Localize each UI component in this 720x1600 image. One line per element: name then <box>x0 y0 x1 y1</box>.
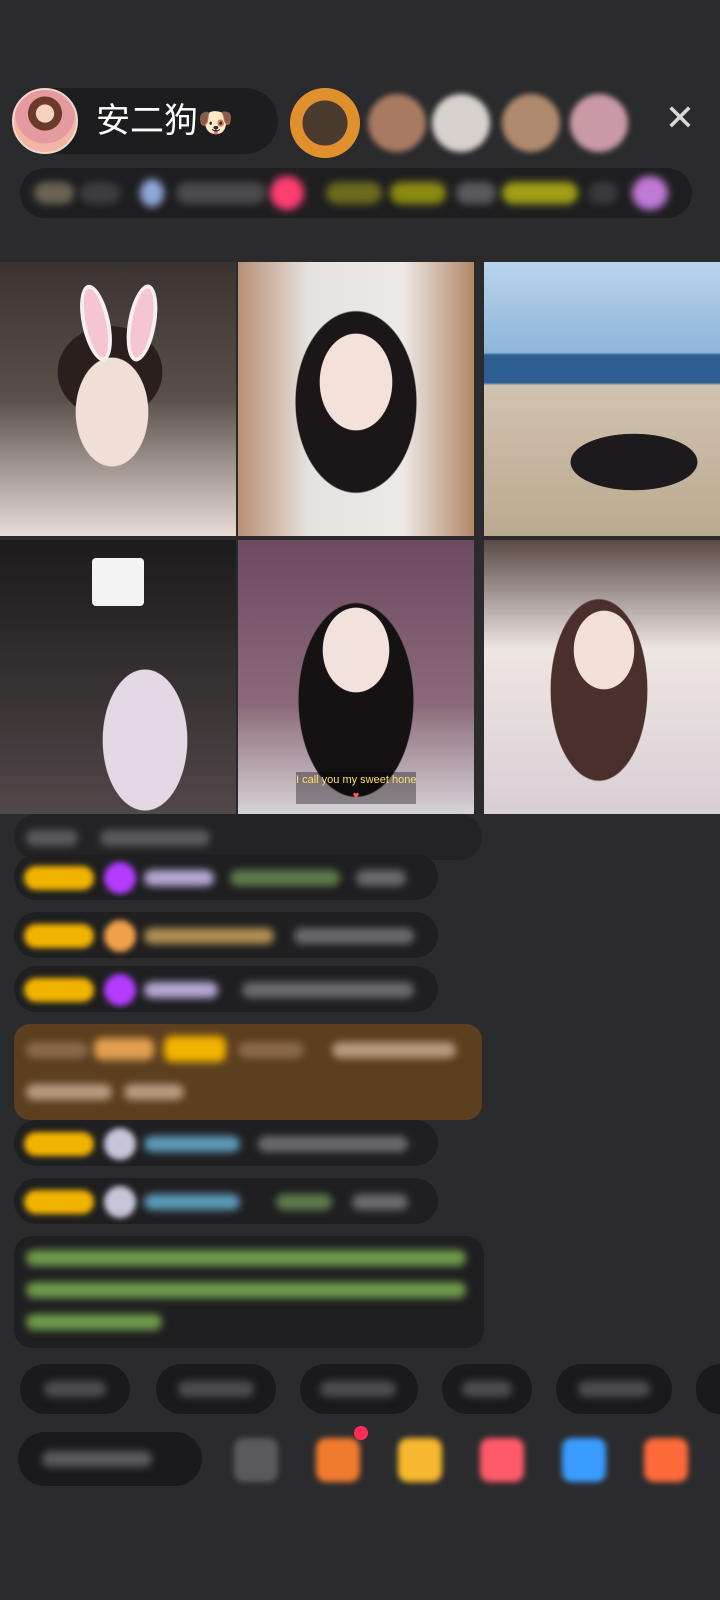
chat-text <box>356 870 406 886</box>
info-segment <box>176 182 266 204</box>
viewer-avatar[interactable] <box>502 94 560 152</box>
chat-message[interactable] <box>14 1178 438 1224</box>
quick-reply-button[interactable] <box>20 1364 130 1414</box>
lamp <box>92 558 144 606</box>
chat-text <box>352 1194 408 1210</box>
notice-text <box>26 1250 466 1266</box>
gift-message[interactable] <box>14 1024 482 1120</box>
chat-username <box>144 1194 240 1210</box>
viewer-avatar[interactable] <box>570 94 628 152</box>
chat-text <box>332 1042 456 1058</box>
chat-username <box>144 928 274 944</box>
quick-reply-button[interactable] <box>156 1364 276 1414</box>
chat-text <box>276 1194 332 1210</box>
quick-reply-label <box>178 1381 254 1397</box>
video-caption: I call you my sweet honey <box>296 772 416 788</box>
grid-app-icon[interactable] <box>644 1438 688 1482</box>
notification-dot <box>354 1426 368 1440</box>
chat-message[interactable] <box>14 854 438 900</box>
quick-reply-label <box>462 1381 512 1397</box>
info-strip[interactable] <box>20 168 692 218</box>
host-name-text: 安二狗 <box>96 101 198 141</box>
fan-badge <box>24 866 94 890</box>
fan-badge <box>24 978 94 1002</box>
chat-text <box>294 928 414 944</box>
viewer-avatar[interactable] <box>368 94 426 152</box>
quick-reply-button[interactable] <box>300 1364 418 1414</box>
chat-bubble-icon[interactable] <box>562 1438 606 1482</box>
chat-text <box>100 830 210 846</box>
user-avatar <box>104 1186 136 1218</box>
fan-badge <box>164 1036 226 1062</box>
chat-text <box>258 1136 408 1152</box>
video-caption: ♥ <box>296 788 416 804</box>
video-tile[interactable] <box>484 540 720 814</box>
chat-username <box>144 1136 240 1152</box>
viewer-avatar[interactable] <box>290 88 360 158</box>
treasure-icon[interactable] <box>398 1438 442 1482</box>
notice-text <box>26 1314 162 1330</box>
video-tile[interactable] <box>238 262 474 536</box>
chat-text <box>26 1084 112 1100</box>
video-tile[interactable] <box>0 540 236 814</box>
quick-reply-button[interactable] <box>556 1364 672 1414</box>
video-tile[interactable] <box>484 262 720 536</box>
chat-text <box>26 830 78 846</box>
chat-input-placeholder <box>42 1451 152 1467</box>
close-icon[interactable]: ✕ <box>662 101 698 137</box>
info-segment <box>326 182 382 204</box>
system-notice <box>14 1236 484 1348</box>
info-segment <box>588 182 618 204</box>
chat-message[interactable] <box>14 1120 438 1166</box>
fan-badge <box>24 1190 94 1214</box>
quick-reply-button[interactable] <box>696 1364 720 1414</box>
host-info-pill[interactable]: 安二狗🐶 <box>12 88 278 154</box>
info-segment <box>80 182 120 204</box>
chat-message[interactable] <box>14 966 438 1012</box>
bunny-ear <box>121 282 163 364</box>
quick-reply-label <box>578 1381 650 1397</box>
host-name: 安二狗🐶 <box>96 102 233 142</box>
info-icon <box>140 179 164 207</box>
info-icon <box>632 176 668 210</box>
red-packet-icon[interactable] <box>480 1438 524 1482</box>
chat-username <box>144 870 214 886</box>
gift-box-icon[interactable] <box>316 1438 360 1482</box>
chat-message[interactable] <box>14 912 438 958</box>
quick-reply-label <box>320 1381 396 1397</box>
gift-badge <box>94 1038 154 1060</box>
quick-reply-button[interactable] <box>442 1364 532 1414</box>
emoji-icon[interactable] <box>234 1438 278 1482</box>
chat-text <box>26 1042 88 1058</box>
fan-badge <box>24 1132 94 1156</box>
chat-text <box>230 870 340 886</box>
video-tile[interactable] <box>0 262 236 536</box>
chat-input[interactable] <box>18 1432 202 1486</box>
co-host-video-grid: I call you my sweet honey ♥ <box>0 262 720 814</box>
bunny-ear <box>74 281 118 365</box>
video-tile[interactable]: I call you my sweet honey ♥ <box>238 540 474 814</box>
chat-username <box>238 1042 304 1058</box>
level-icon <box>104 920 136 952</box>
info-segment <box>390 182 446 204</box>
diamond-icon <box>104 862 136 894</box>
chat-text <box>124 1084 184 1100</box>
fan-badge <box>24 924 94 948</box>
host-avatar[interactable] <box>12 88 78 154</box>
info-badge-icon <box>270 176 304 210</box>
chat-text <box>242 982 414 998</box>
info-segment <box>502 182 578 204</box>
dog-emoji-icon: 🐶 <box>198 106 233 139</box>
quick-reply-label <box>44 1381 106 1397</box>
user-avatar <box>104 1128 136 1160</box>
info-segment <box>456 182 496 204</box>
diamond-icon <box>104 974 136 1006</box>
chat-username <box>144 982 218 998</box>
viewer-avatar[interactable] <box>432 94 490 152</box>
info-segment <box>34 182 74 204</box>
notice-text <box>26 1282 466 1298</box>
